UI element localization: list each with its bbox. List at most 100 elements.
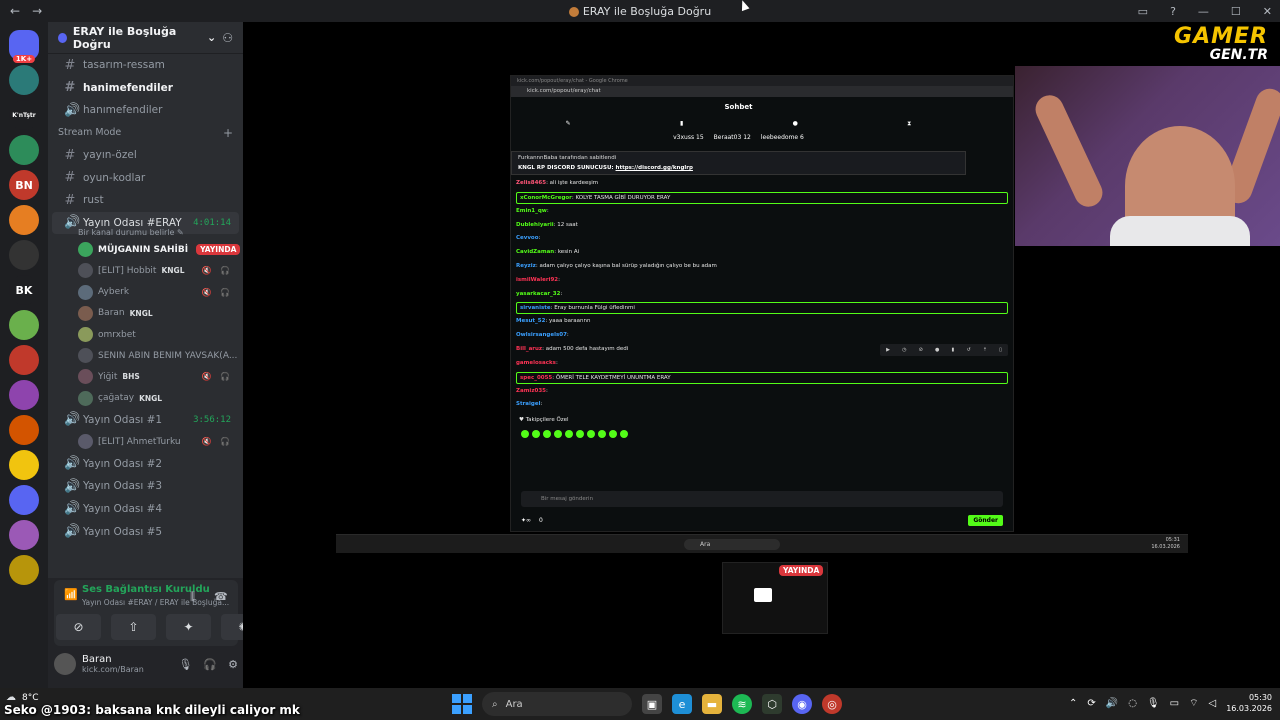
inbox-icon[interactable]: ▭ (1138, 5, 1148, 18)
server-icon[interactable] (9, 310, 39, 340)
close-icon[interactable]: ✕ (1263, 5, 1272, 18)
forward-icon[interactable]: → (32, 4, 42, 18)
weather-widget[interactable]: ☁ 8°C (6, 692, 39, 703)
maximize-icon[interactable]: ☐ (1231, 5, 1241, 18)
voice-user[interactable]: omrxbet (48, 324, 243, 345)
voice-channel[interactable]: 🔊 Yayın Odası #2 (52, 452, 239, 475)
server-icon[interactable] (9, 205, 39, 235)
voice-user[interactable]: Yiğit BHS 🔇 🎧 (48, 366, 243, 387)
activities-button[interactable]: ✦ (166, 614, 211, 640)
server-icon[interactable] (9, 380, 39, 410)
voice-user[interactable]: çağatay KNGL (48, 387, 243, 408)
server-icon[interactable] (9, 415, 39, 445)
server-name: ERAY ile Boşluğa Doğru (72, 24, 177, 51)
browser-icon[interactable]: ◎ (822, 694, 842, 714)
voice-user[interactable]: [ELIT] Hobbit KNGL 🔇 🎧 (48, 260, 243, 281)
live-badge: YAYINDA (779, 565, 824, 576)
server-icon[interactable]: BN (9, 170, 39, 200)
spotify-icon[interactable]: ≋ (732, 694, 752, 714)
voice-channel[interactable]: 🔊 Yayın Odası #4 (52, 498, 239, 521)
voice-user[interactable]: [ELIT] AhmetTurku 🔇 🎧 (48, 431, 243, 452)
server-icon[interactable] (9, 555, 39, 585)
server-icon[interactable] (9, 345, 39, 375)
inner-date: 16.03.2026 (1151, 544, 1180, 550)
gear-icon[interactable]: ⚙ (228, 658, 238, 671)
server-icon[interactable] (9, 450, 39, 480)
server-icon[interactable] (9, 240, 39, 270)
server-icon[interactable]: K'nTştr (9, 100, 39, 130)
play-icon: ▶ (886, 347, 890, 353)
microphone-icon[interactable]: 🎙 (178, 658, 192, 671)
channel-oyun-kodlar[interactable]: # oyun-kodlar (52, 166, 239, 189)
voice-channel-1[interactable]: 🔊 Yayın Odası #1 3:56:12 (52, 409, 239, 432)
server-icon[interactable] (9, 135, 39, 165)
server-icon[interactable]: BK (9, 275, 39, 305)
voice-user[interactable]: SENIN ABIN BENIM YAVSAK(A... (48, 345, 243, 366)
windows-start-icon[interactable] (452, 694, 472, 714)
server-icon[interactable] (9, 520, 39, 550)
channel-rust[interactable]: # rust (52, 189, 239, 212)
wifi-icon[interactable]: ⌔ (1189, 697, 1198, 710)
hash-icon: # (64, 170, 76, 186)
display-icon[interactable]: ▭ (1170, 698, 1179, 709)
server-icon[interactable]: 1K+ (9, 30, 39, 63)
voice-channel[interactable]: 🔊 Yayın Odası #5 (52, 520, 239, 543)
disconnect-icon[interactable]: ☎ (214, 590, 228, 603)
server-icon[interactable] (9, 65, 39, 95)
edge-icon[interactable]: e (672, 694, 692, 714)
voice-channel[interactable]: 🔊 Yayın Odası #3 (52, 475, 239, 498)
add-channel-icon[interactable]: + (223, 126, 233, 140)
pin-icon: ⇡ (982, 347, 987, 353)
channel-hanımefendiler[interactable]: 🔊 hanımefendiler (52, 99, 239, 122)
chat-text: : (540, 401, 543, 408)
voice-user[interactable]: Ayberk 🔇 🎧 (48, 282, 243, 303)
taskbar-search[interactable]: ⌕ Ara (482, 692, 632, 716)
hash-icon: # (64, 80, 76, 96)
emote-icon (576, 429, 584, 438)
role-tag: BHS (122, 372, 140, 382)
voice-user[interactable]: MÜJGANIN SAHİBİ YAYINDA (48, 239, 243, 260)
clock-icon: ◷ (902, 347, 907, 353)
headphones-icon[interactable]: 🎧 (203, 658, 217, 671)
chat-text: : (566, 332, 569, 339)
camera-off-button[interactable]: ⊘ (56, 614, 101, 640)
channel-hanimefendiler[interactable]: # hanimefendiler (52, 77, 239, 100)
channel-yayın-özel[interactable]: # yayın-özel (52, 144, 239, 167)
invite-people-icon[interactable]: ⚇ (222, 31, 233, 45)
screen-share-button[interactable]: ⇧ (111, 614, 156, 640)
channel-tasarım-ressam[interactable]: # tasarım-ressam (52, 54, 239, 77)
help-icon[interactable]: ? (1170, 5, 1176, 18)
category-stream-mode[interactable]: Stream Mode + (48, 122, 243, 144)
minimize-icon[interactable]: — (1198, 5, 1209, 18)
task-view-icon[interactable]: ▣ (642, 694, 662, 714)
back-icon[interactable]: ← (10, 4, 20, 18)
chevron-up-icon[interactable]: ⌃ (1069, 698, 1077, 709)
network-icon[interactable]: ◌ (1128, 698, 1137, 709)
server-header[interactable]: ERAY ile Boşluğa Doğru ⌄ ⚇ (48, 22, 243, 54)
avatar[interactable] (54, 653, 76, 675)
chat-message: Mesut_52: yaaa baraannn (516, 315, 1008, 329)
channel-status[interactable]: Bir kanal durumu belirle ✎ (48, 228, 243, 237)
temperature: 8°C (22, 692, 39, 703)
sync-icon[interactable]: ⟳ (1087, 698, 1095, 709)
discord-icon[interactable]: ◉ (792, 694, 812, 714)
role-tag: KNGL (129, 308, 153, 318)
soundboard-icon[interactable]: ⫼ (190, 590, 195, 604)
browser-url: kick.com/popout/eray/chat (511, 86, 1013, 97)
chat-message: yasarkacar_32: (516, 288, 1008, 302)
clock[interactable]: 05:30 16.03.2026 (1226, 692, 1272, 714)
top-supporter: leebeedome 6 (761, 134, 804, 141)
file-explorer-icon[interactable]: ▬ (702, 694, 722, 714)
voice-icon: 🔊 (64, 102, 81, 118)
voice-channel-name[interactable]: Yayın Odası #ERAY / ERAY ile Boşluğa... (82, 598, 229, 607)
server-icon[interactable] (9, 485, 39, 515)
volume-icon[interactable]: 🔊 (1106, 698, 1118, 709)
search-icon: ⌕ (492, 698, 498, 710)
undo-icon: ↺ (966, 347, 971, 353)
speaker-icon: 🔊 (64, 412, 81, 428)
voice-user[interactable]: Baran KNGL (48, 303, 243, 324)
speaker-icon[interactable]: ◁ (1208, 698, 1216, 709)
microphone-icon[interactable]: 🎙 (1147, 698, 1160, 709)
stream-preview-tile[interactable]: YAYINDA (722, 562, 828, 634)
rockstar-icon[interactable]: ⬡ (762, 694, 782, 714)
